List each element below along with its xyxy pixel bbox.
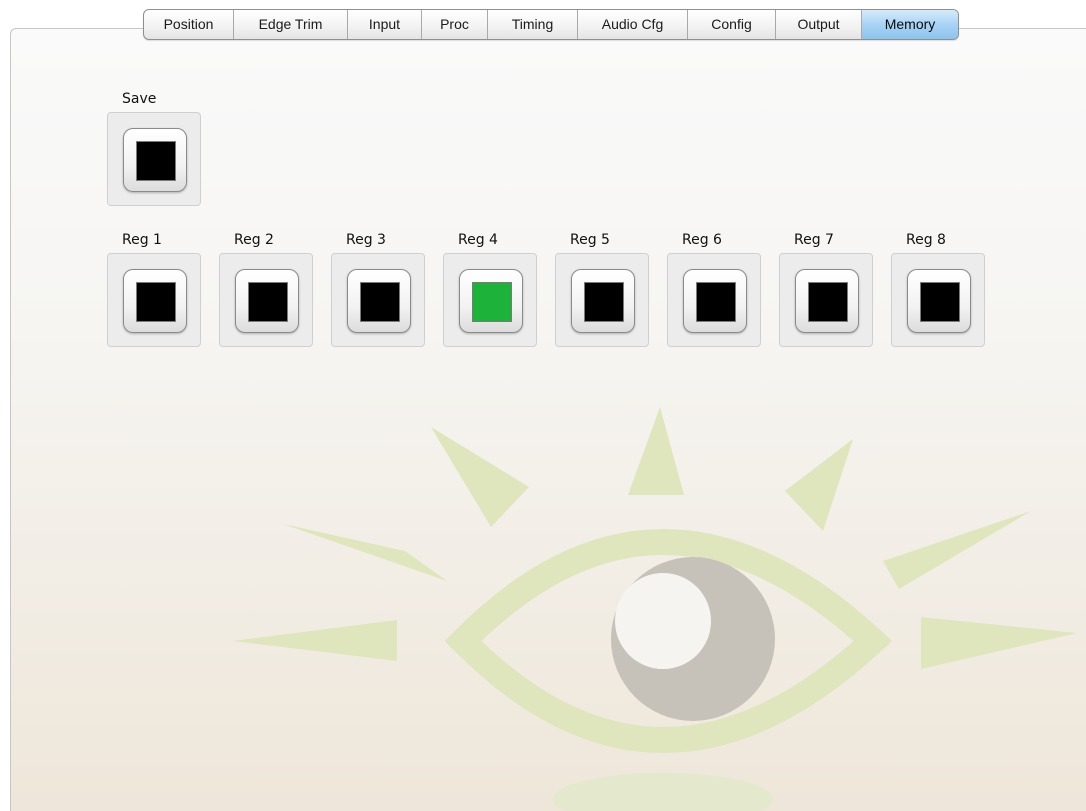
tab-input[interactable]: Input (348, 10, 422, 39)
reg-7-button[interactable] (795, 269, 859, 333)
save-button[interactable] (123, 128, 187, 192)
reg-4-indicator (472, 282, 512, 322)
reg-2-indicator (248, 282, 288, 322)
tab-audio-cfg[interactable]: Audio Cfg (578, 10, 688, 39)
reg-5-cell (555, 253, 649, 347)
reg-7-indicator (808, 282, 848, 322)
reg-4-label: Reg 4 (458, 232, 498, 248)
save-indicator (136, 141, 176, 181)
reg-6-indicator (696, 282, 736, 322)
reg-8-cell (891, 253, 985, 347)
tab-bar: Position Edge Trim Input Proc Timing Aud… (143, 9, 959, 40)
app-window: Position Edge Trim Input Proc Timing Aud… (0, 0, 1086, 811)
tab-position[interactable]: Position (144, 10, 234, 39)
reg-1-cell (107, 253, 201, 347)
reg-2-cell (219, 253, 313, 347)
reg-3-label: Reg 3 (346, 232, 386, 248)
reg-8-indicator (920, 282, 960, 322)
tab-output[interactable]: Output (776, 10, 862, 39)
save-cell (107, 112, 201, 206)
tab-edge-trim[interactable]: Edge Trim (234, 10, 348, 39)
reg-4-cell (443, 253, 537, 347)
reg-6-button[interactable] (683, 269, 747, 333)
reg-1-label: Reg 1 (122, 232, 162, 248)
tab-timing[interactable]: Timing (488, 10, 578, 39)
reg-5-indicator (584, 282, 624, 322)
reg-3-indicator (360, 282, 400, 322)
reg-6-cell (667, 253, 761, 347)
reg-2-label: Reg 2 (234, 232, 274, 248)
reg-8-label: Reg 8 (906, 232, 946, 248)
reg-8-button[interactable] (907, 269, 971, 333)
save-label: Save (122, 91, 157, 107)
tab-memory[interactable]: Memory (862, 10, 958, 39)
reg-6-label: Reg 6 (682, 232, 722, 248)
reg-1-indicator (136, 282, 176, 322)
tab-proc[interactable]: Proc (422, 10, 488, 39)
reg-2-button[interactable] (235, 269, 299, 333)
reg-5-label: Reg 5 (570, 232, 610, 248)
reg-5-button[interactable] (571, 269, 635, 333)
tab-config[interactable]: Config (688, 10, 776, 39)
reg-1-button[interactable] (123, 269, 187, 333)
reg-7-cell (779, 253, 873, 347)
reg-7-label: Reg 7 (794, 232, 834, 248)
reg-3-cell (331, 253, 425, 347)
reg-4-button[interactable] (459, 269, 523, 333)
reg-3-button[interactable] (347, 269, 411, 333)
